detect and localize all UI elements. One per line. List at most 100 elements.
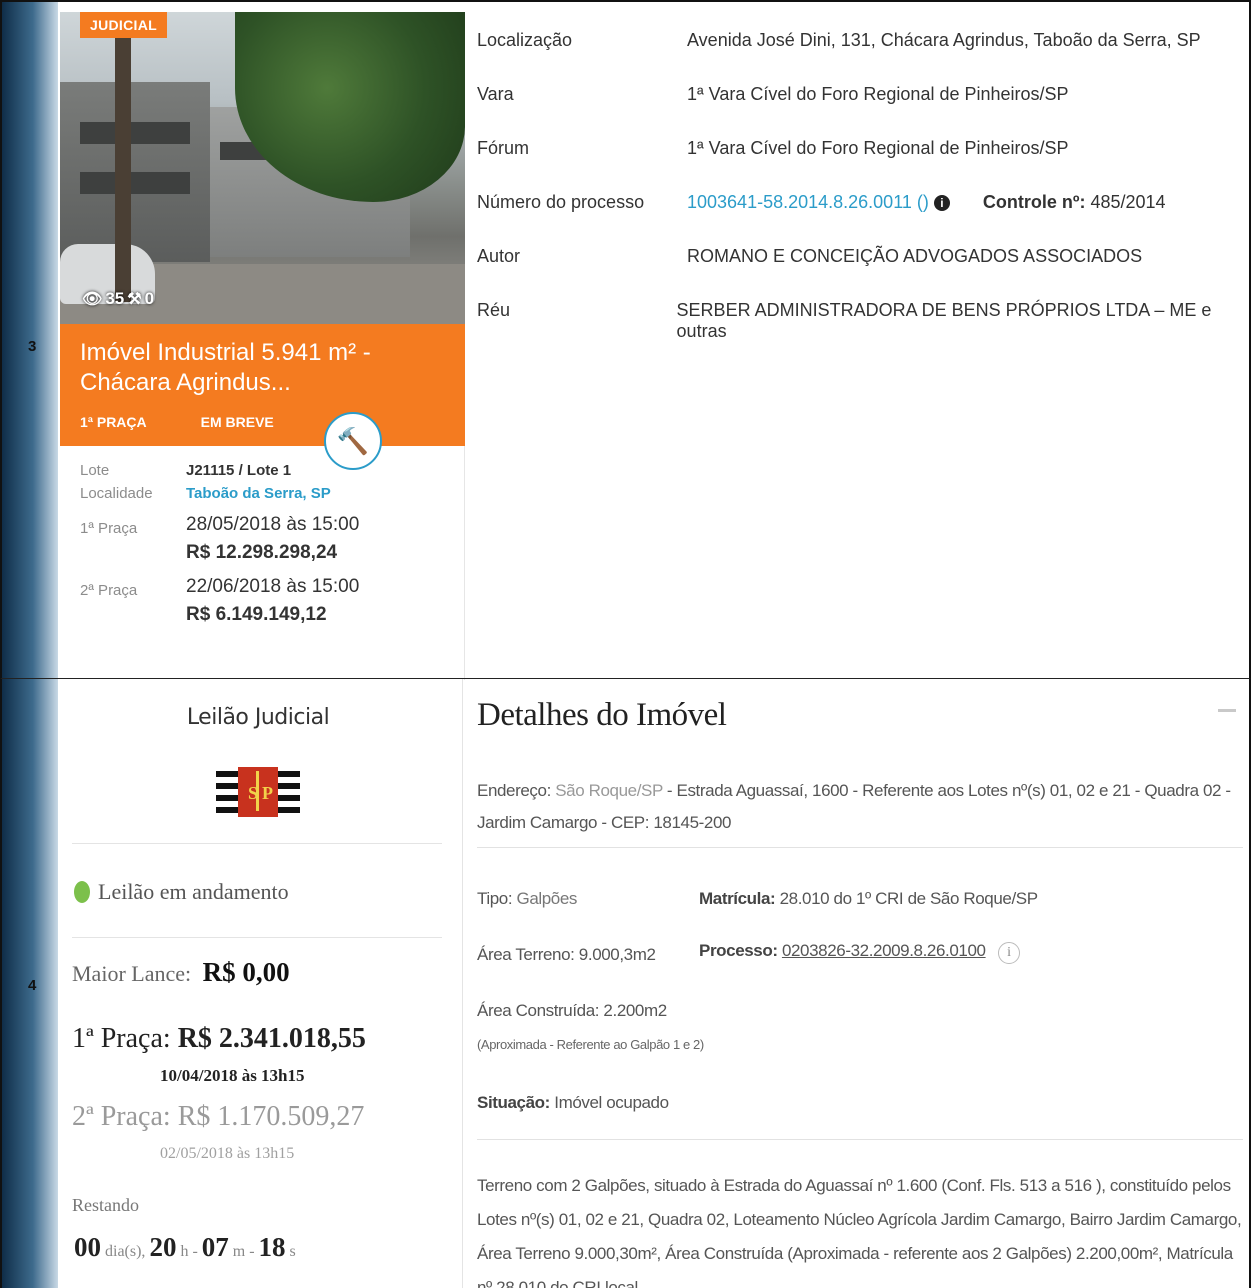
property-description: Terreno com 2 Galpões, situado à Estrada… xyxy=(477,1176,1242,1288)
detail-value: Avenida José Dini, 131, Chácara Agrindus… xyxy=(687,30,1201,50)
lote-label: Lote xyxy=(80,462,110,479)
property-details-panel: Detalhes do Imóvel Endereço: São Roque/S… xyxy=(462,679,1250,1288)
area-construida: Área Construída: 2.200m2 xyxy=(477,1001,667,1020)
info-icon[interactable]: i xyxy=(997,942,1020,964)
photo-stats: 👁 35 ⚒ 0 xyxy=(82,289,154,309)
situacao-value: Imóvel ocupado xyxy=(554,1093,669,1112)
timer-hours: 20 xyxy=(149,1232,177,1262)
endereco-label: Endereço: xyxy=(477,781,551,800)
detail-value: SERBER ADMINISTRADORA DE BENS PRÓPRIOS L… xyxy=(676,300,1212,341)
localidade-label: Localidade xyxy=(80,485,153,502)
views-count: 35 xyxy=(105,289,125,308)
process-number-link[interactable]: 1003641-58.2014.8.26.0011 () xyxy=(687,192,929,212)
card-meta: 1ª PRAÇA EM BREVE xyxy=(80,414,274,430)
praca1-value: R$ 2.341.018,55 xyxy=(177,1023,366,1054)
matricula-field: Matrícula: 28.010 do 1º CRI de São Roque… xyxy=(699,889,1038,909)
listing-row-4: 4 Leilão Judicial S P Leilão em andament… xyxy=(0,678,1251,1288)
timer-seconds-unit: s xyxy=(289,1243,296,1260)
details-title: Detalhes do Imóvel xyxy=(477,697,727,733)
tipo-label: Tipo: xyxy=(477,889,513,908)
detail-label: Localização xyxy=(477,30,573,50)
status-text: Leilão em andamento xyxy=(98,879,289,904)
praca1-amount: R$ 12.298.298,24 xyxy=(186,542,338,563)
praca1-row: 1ª Praça 28/05/2018 às 15:00 R$ 12.298.2… xyxy=(80,514,444,564)
timer-days-unit: dia(s), xyxy=(105,1243,146,1260)
card-title-band[interactable]: Imóvel Industrial 5.941 m² - Chácara Agr… xyxy=(60,324,465,446)
info-icon[interactable]: i xyxy=(933,195,950,212)
praca2-value: R$ 1.170.509,27 xyxy=(177,1101,365,1132)
sp-flag-emblem: S P xyxy=(216,767,300,819)
praca-tag: 1ª PRAÇA xyxy=(80,414,147,430)
detail-vara: Vara 1ª Vara Cível do Foro Regional de P… xyxy=(477,84,1237,138)
card-title[interactable]: Imóvel Industrial 5.941 m² - Chácara Agr… xyxy=(80,338,445,398)
row-number: 4 xyxy=(28,977,37,994)
tipo-value: Galpões xyxy=(516,889,578,908)
detail-reu: Réu SERBER ADMINISTRADORA DE BENS PRÓPRI… xyxy=(477,300,1237,354)
praca1-label: 1ª Praça: xyxy=(72,1023,171,1054)
status-dot-icon xyxy=(74,881,90,903)
svg-text:P: P xyxy=(262,783,273,803)
maior-lance: Maior Lance: R$ 0,00 xyxy=(72,957,290,988)
auction-summary: Leilão Judicial S P Leilão em andamento … xyxy=(60,679,460,1288)
controle-label: Controle nº: xyxy=(982,192,1086,212)
detail-label: Número do processo xyxy=(477,192,645,212)
praca2-label: 2ª Praça xyxy=(80,582,138,599)
tipo-field: Tipo: Galpões xyxy=(477,889,577,909)
praca1-date: 28/05/2018 às 15:00 xyxy=(186,514,360,535)
timer-minutes: 07 xyxy=(201,1232,229,1262)
card-info: Lote J21115 / Lote 1 Localidade Taboão d… xyxy=(60,446,464,626)
endereco: Endereço: São Roque/SP - Estrada Aguassa… xyxy=(477,775,1243,839)
endereco-city-link[interactable]: São Roque/SP xyxy=(555,781,663,800)
leilao-title: Leilão Judicial xyxy=(186,705,330,730)
praca2: 2ª Praça: R$ 1.170.509,27 xyxy=(72,1101,364,1133)
localidade-row: Localidade Taboão da Serra, SP xyxy=(80,485,444,502)
area-note: (Aproximada - Referente ao Galpão 1 e 2) xyxy=(477,1037,704,1052)
praca2-label: 2ª Praça: xyxy=(72,1101,171,1132)
praca2-row: 2ª Praça 22/06/2018 às 15:00 R$ 6.149.14… xyxy=(80,576,444,626)
photo-pole xyxy=(115,12,131,302)
process-details: Localização Avenida José Dini, 131, Chác… xyxy=(477,30,1237,354)
detail-value: 1ª Vara Cível do Foro Regional de Pinhei… xyxy=(687,138,1069,158)
maior-lance-label: Maior Lance: xyxy=(72,961,192,986)
maior-lance-value: R$ 0,00 xyxy=(202,957,290,987)
lote-value: J21115 / Lote 1 xyxy=(186,462,292,479)
countdown-timer: 00 dia(s), 20 h - 07 m - 18 s xyxy=(74,1232,296,1262)
controle: Controle nº: 485/2014 xyxy=(983,192,1166,212)
praca1-label: 1ª Praça xyxy=(80,520,138,537)
restando-label: Restando xyxy=(72,1195,139,1215)
detail-label: Réu xyxy=(477,300,511,320)
collapse-icon[interactable] xyxy=(1218,709,1236,712)
listing-row-3: 3 JUDICIAL 👁 35 ⚒ 0 Imóvel Industrial 5.… xyxy=(0,0,1251,680)
detail-label: Autor xyxy=(477,246,521,266)
detail-forum: Fórum 1ª Vara Cível do Foro Regional de … xyxy=(477,138,1237,192)
detail-label: Fórum xyxy=(477,138,530,158)
auction-card[interactable]: JUDICIAL 👁 35 ⚒ 0 Imóvel Industrial 5.94… xyxy=(60,12,465,680)
situacao-field: Situação: Imóvel ocupado xyxy=(477,1093,669,1113)
praca2-date: 22/06/2018 às 15:00 xyxy=(186,576,360,597)
bid-gavel-button[interactable]: 🔨 xyxy=(324,412,382,470)
gavel-icon: 🔨 xyxy=(336,425,370,456)
matricula-label: Matrícula: xyxy=(699,889,776,908)
lote-row: Lote J21115 / Lote 1 xyxy=(80,462,444,479)
processo-label: Processo: xyxy=(699,941,778,960)
bids-count: 0 xyxy=(144,289,155,308)
timer-seconds: 18 xyxy=(258,1232,286,1262)
auction-status: Leilão em andamento xyxy=(74,879,289,905)
praca1: 1ª Praça: R$ 2.341.018,55 xyxy=(72,1023,366,1055)
eye-icon: 👁 xyxy=(82,291,103,308)
situacao-label: Situação: xyxy=(477,1093,550,1112)
matricula-value: 28.010 do 1º CRI de São Roque/SP xyxy=(779,889,1038,908)
detail-processo: Número do processo 1003641-58.2014.8.26.… xyxy=(477,192,1237,246)
timer-minutes-unit: m xyxy=(232,1243,246,1260)
detail-value: 1003641-58.2014.8.26.0011 () i Controle … xyxy=(687,192,1166,213)
row-number: 3 xyxy=(28,338,37,355)
praca2-date: 02/05/2018 às 13h15 xyxy=(160,1145,295,1162)
gavel-icon: ⚒ xyxy=(127,291,142,308)
localidade-link[interactable]: Taboão da Serra, SP xyxy=(186,485,331,502)
timer-days: 00 xyxy=(74,1232,101,1262)
detail-value: 1ª Vara Cível do Foro Regional de Pinhei… xyxy=(687,84,1069,104)
controle-value: 485/2014 xyxy=(1090,192,1166,212)
detail-autor: Autor ROMANO E CONCEIÇÃO ADVOGADOS ASSOC… xyxy=(477,246,1237,300)
processo-link[interactable]: 0203826-32.2009.8.26.0100 xyxy=(782,941,986,960)
property-photo[interactable]: JUDICIAL 👁 35 ⚒ 0 xyxy=(60,12,465,324)
